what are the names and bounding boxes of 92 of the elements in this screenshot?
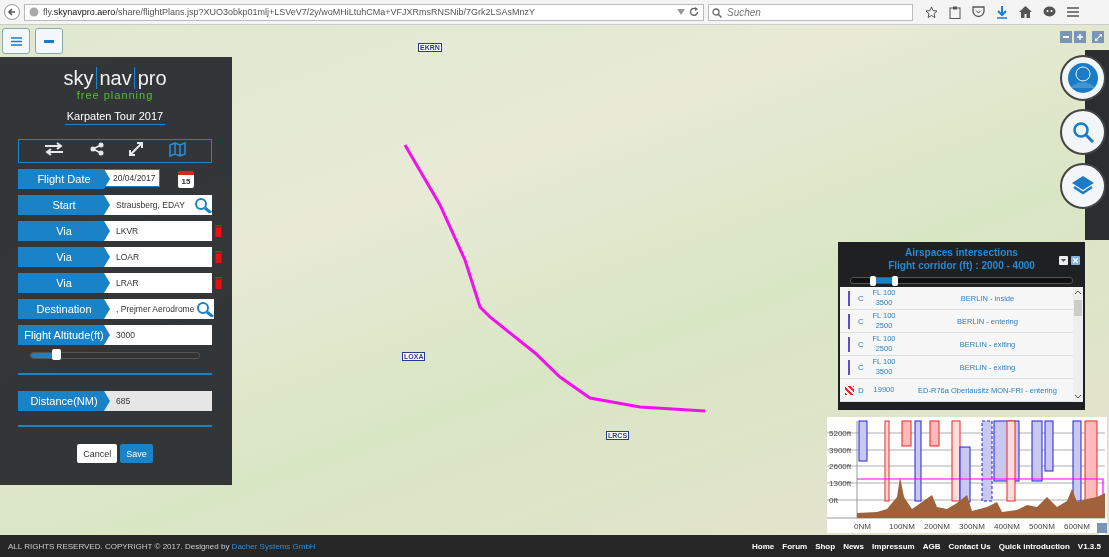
airspace-class: D	[858, 385, 865, 395]
field-label: Via	[18, 273, 110, 293]
version-label: V1.3.5	[1077, 541, 1101, 551]
footer-link[interactable]: Shop	[815, 541, 836, 551]
search-field[interactable]: Suchen	[708, 3, 913, 21]
footer-link[interactable]: Impressum	[872, 541, 915, 551]
altitude-slider[interactable]	[30, 352, 200, 359]
axis-label: 200NM	[924, 522, 950, 531]
home-icon[interactable]	[1019, 6, 1032, 18]
search-icon	[1072, 121, 1094, 143]
minimize-button[interactable]	[1059, 256, 1068, 265]
copyright-text: ALL RIGHTS RESERVED. COPYRIGHT © 2017. Designed by Dacher Systems GmbH	[8, 541, 316, 551]
back-icon[interactable]	[4, 4, 20, 20]
footer-link[interactable]: Contact Us	[948, 541, 991, 551]
clipboard-icon[interactable]	[949, 5, 961, 19]
slider-thumb[interactable]	[892, 276, 899, 286]
reload-icon[interactable]	[689, 7, 699, 17]
distance-field: 685	[104, 391, 212, 411]
axis-label: 600NM	[1064, 522, 1090, 531]
plan-title[interactable]: Karpaten Tour 2017	[65, 110, 165, 125]
footer-link[interactable]: News	[843, 541, 865, 551]
calendar-button[interactable]: 15	[178, 170, 194, 188]
date-field[interactable]: 20/04/2017	[104, 169, 160, 187]
close-button[interactable]	[1071, 256, 1080, 265]
expand-icon	[1094, 33, 1102, 41]
axis-label: 100NM	[889, 522, 915, 531]
minus-icon	[44, 39, 54, 43]
footer-link[interactable]: Quick introduction	[998, 541, 1070, 551]
zoom-out-button[interactable]	[1060, 31, 1072, 43]
user-icon	[1068, 63, 1098, 93]
fullscreen-button[interactable]	[1092, 31, 1104, 43]
footer-link[interactable]: Forum	[782, 541, 808, 551]
slider-thumb[interactable]	[870, 276, 877, 286]
designer-link[interactable]: Dacher Systems GmbH	[231, 541, 316, 551]
search-icon	[712, 7, 722, 18]
input-field[interactable]: LKVR	[104, 221, 212, 241]
panel-title: Airspaces intersections	[904, 246, 1019, 259]
axis-label: 3900ft	[829, 446, 852, 455]
axis-label: 1300ft	[829, 479, 852, 488]
chat-icon[interactable]	[1043, 6, 1056, 18]
pocket-icon[interactable]	[972, 6, 985, 18]
axis-label: 0NM	[854, 522, 871, 531]
slider-thumb[interactable]	[52, 349, 62, 360]
swap-arrows-icon	[43, 141, 64, 156]
input-field[interactable]: , Prejmer Aerodrome	[104, 299, 215, 319]
airspace-class: C	[858, 339, 865, 349]
axis-label: 2600ft	[829, 462, 852, 471]
logo: sky nav pro	[63, 67, 167, 89]
panel-subtitle: Flight corridor (ft) : 2000 - 4000	[887, 259, 1036, 272]
axis-label: 0ft	[829, 496, 838, 505]
field-label: Flight Altitude(ft)	[18, 325, 110, 345]
collapse-button[interactable]	[35, 28, 63, 54]
airspace-class: C	[858, 316, 865, 326]
axis-label: 5200ft	[829, 429, 852, 438]
input-field[interactable]: Strausberg, EDAY	[104, 195, 212, 215]
map-icon	[169, 141, 187, 157]
caret-icon	[1061, 259, 1066, 262]
url-text: fly.skynavpro.aero/share/flightPlans.jsp?XUO3obkp01mlj+LSVeV7/2y/woMHiLtuhCMa+VFJXRmsRNSNib/7Grk2LSAsMnzY	[43, 7, 536, 17]
share-icon	[89, 141, 104, 156]
cancel-button[interactable]: Cancel	[77, 444, 118, 463]
save-button[interactable]: Save	[120, 444, 153, 463]
airspace-class: C	[858, 362, 865, 372]
input-field[interactable]: 3000	[104, 325, 212, 345]
scrollbar[interactable]	[1073, 287, 1083, 402]
field-label: Start	[18, 195, 110, 215]
field-label: Destination	[18, 299, 110, 319]
search-icon[interactable]	[196, 301, 215, 317]
field-label: Via	[18, 221, 110, 241]
expand-icon	[129, 141, 144, 156]
axis-label: 500NM	[1029, 522, 1055, 531]
zoom-in-button[interactable]	[1074, 31, 1086, 43]
address-bar[interactable]: fly.skynavpro.aero/share/flightPlans.jsp?XUO3obkp01mlj+LSVeV7/2y/woMHiLtuhCMa+VFJXRmsRNSNib/7Grk2LSAsMnzY	[24, 3, 704, 21]
field-label: Via	[18, 247, 110, 267]
dropdown-icon[interactable]	[677, 9, 685, 15]
footer-link[interactable]: AGB	[922, 541, 941, 551]
tagline: free planning	[76, 89, 154, 101]
plus-icon	[1077, 34, 1083, 40]
footer-link[interactable]: Home	[752, 541, 775, 551]
input-field[interactable]: LOAR	[104, 247, 212, 267]
menu-button[interactable]	[2, 28, 30, 54]
download-icon[interactable]	[996, 5, 1008, 19]
close-icon	[1073, 258, 1078, 263]
star-icon[interactable]	[925, 5, 938, 19]
menu-icon[interactable]	[1067, 7, 1079, 17]
axis-label: 400NM	[994, 522, 1020, 531]
field-label: Distance(NM)	[18, 391, 110, 411]
axis-label: 300NM	[959, 522, 985, 531]
menu-icon	[10, 36, 22, 46]
airspace-class: C	[858, 293, 865, 303]
range-slider[interactable]	[850, 277, 1073, 284]
minus-icon	[1063, 36, 1069, 38]
input-field[interactable]: LRAR	[104, 273, 212, 293]
